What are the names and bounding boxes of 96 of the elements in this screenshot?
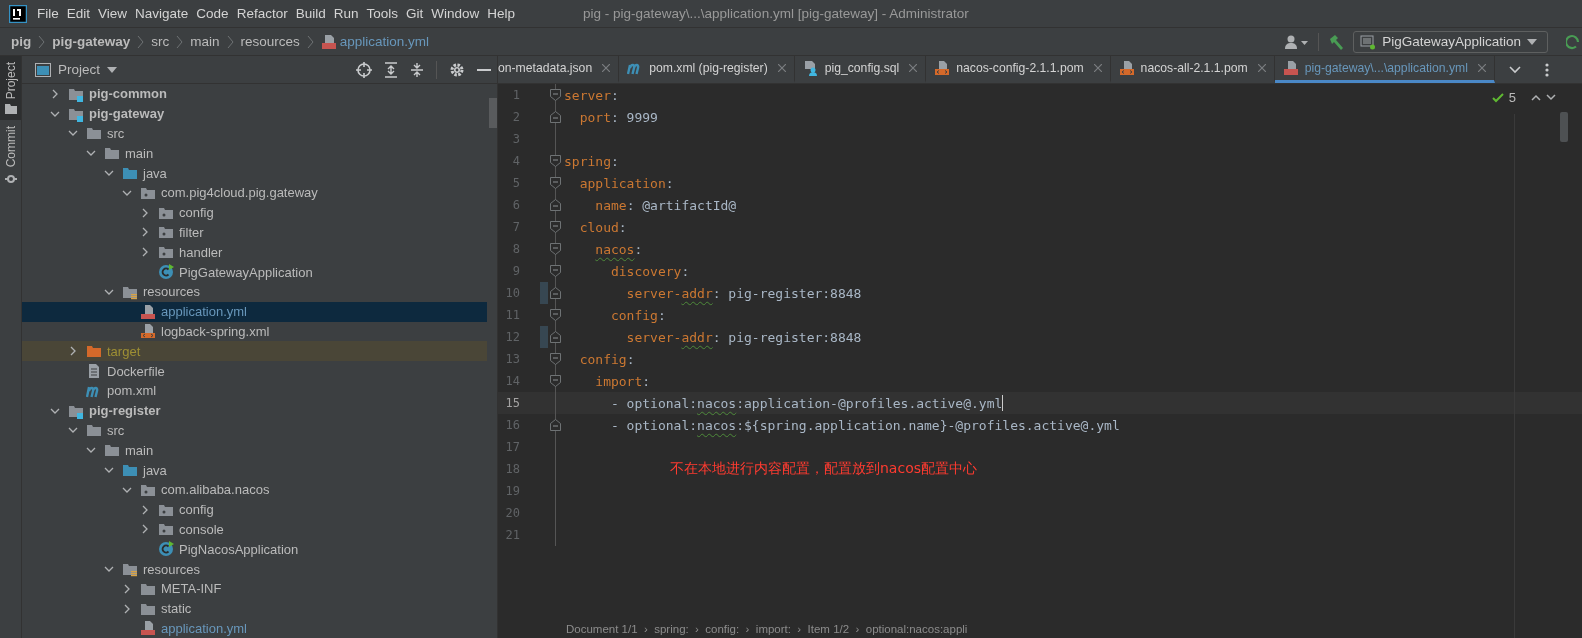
breadcrumb-item[interactable]: pig-gateway — [52, 34, 131, 49]
line-number: 7 — [511, 220, 520, 234]
line-number: 12 — [504, 330, 520, 344]
code-line: server-addr: pig-register:8848 — [625, 329, 862, 345]
code-line: name: @artifactId@ — [594, 197, 737, 213]
line-number: 6 — [511, 198, 520, 212]
structure-breadcrumb[interactable]: Document 1/1 › spring: › config: › import: › Item 1/2 › optional:nacos:appli — [566, 623, 968, 638]
code-line: import: — [594, 373, 651, 389]
tree-item[interactable]: META-INF — [22, 578, 487, 599]
menu-item[interactable]: Navigate — [135, 6, 189, 21]
line-number: 20 — [504, 506, 520, 520]
tree-item[interactable]: java — [22, 460, 487, 480]
tool-window-tab[interactable]: Commit — [0, 120, 21, 191]
menu-item[interactable]: File — [37, 6, 59, 21]
problem-count[interactable]: 5 — [1508, 90, 1516, 105]
editor-tab[interactable]: pom.xml (pig-register) — [619, 56, 795, 83]
tree-item[interactable]: PigNacosApplication — [22, 539, 487, 560]
code-line: config: — [578, 351, 635, 367]
code-line: server-addr: pig-register:8848 — [625, 285, 862, 301]
breadcrumb-item[interactable]: main — [190, 34, 220, 49]
line-number: 17 — [504, 440, 520, 454]
tree-item[interactable]: static — [22, 598, 487, 619]
line-number: 10 — [504, 286, 520, 300]
line-number: 5 — [511, 176, 520, 190]
line-number: 16 — [504, 418, 520, 432]
run-configuration-dropdown[interactable]: PigGatewayApplication — [1353, 30, 1548, 53]
editor-tab[interactable]: pig_config.sql — [794, 56, 927, 83]
tree-item[interactable]: src — [22, 123, 487, 144]
tree-item[interactable]: logback-spring.xml — [22, 321, 487, 342]
code-line: nacos: — [594, 241, 643, 257]
editor-tab[interactable]: on-metadata.json — [498, 56, 620, 83]
tree-item[interactable]: config — [22, 202, 487, 223]
editor-tab[interactable]: nacos-config-2.1.1.pom — [926, 56, 1111, 83]
line-number: 4 — [511, 154, 520, 168]
menu-item[interactable]: Code — [196, 6, 229, 21]
menu-item[interactable]: View — [98, 6, 128, 21]
tree-item[interactable]: resources — [22, 559, 487, 579]
tree-item[interactable]: com.pig4cloud.pig.gateway — [22, 183, 487, 203]
menu-item[interactable]: Git — [406, 6, 424, 21]
code-line: cloud: — [578, 219, 627, 235]
panel-title[interactable]: Project — [58, 62, 101, 77]
line-number: 13 — [504, 352, 520, 366]
tree-item[interactable]: java — [22, 163, 487, 183]
tree-item[interactable]: main — [22, 143, 487, 164]
line-number: 15 — [504, 396, 520, 410]
line-number: 18 — [504, 462, 520, 476]
editor-tab[interactable]: pig-gateway\...\application.yml — [1274, 56, 1495, 83]
tree-item[interactable]: pom.xml — [22, 380, 487, 401]
menu-item[interactable]: Build — [295, 6, 326, 21]
tree-item[interactable]: application.yml — [22, 301, 487, 322]
line-number: 9 — [511, 264, 520, 278]
breadcrumb-item[interactable]: pig — [11, 34, 32, 49]
code-line: - optional:nacos:${spring.application.name}-@profiles.active@.yml — [609, 417, 1120, 433]
tree-item[interactable]: src — [22, 420, 487, 441]
tree-item[interactable]: main — [22, 440, 487, 461]
tree-item[interactable]: pig-gateway — [22, 103, 487, 124]
line-number: 1 — [511, 88, 520, 102]
line-number: 14 — [504, 374, 520, 388]
code-line: - optional:nacos:application-@profiles.active@.yml — [609, 395, 1004, 411]
code-line: discovery: — [609, 263, 690, 279]
tree-item[interactable]: application.yml — [22, 618, 487, 638]
tree-item[interactable]: com.alibaba.nacos — [22, 479, 487, 500]
breadcrumb-item[interactable]: application.yml — [339, 34, 430, 49]
tree-item[interactable]: target — [22, 341, 487, 362]
code-line: port: 9999 — [578, 109, 658, 125]
line-number: 8 — [511, 242, 520, 256]
line-number: 11 — [504, 308, 520, 322]
tree-item[interactable]: PigGatewayApplication — [22, 262, 487, 282]
tree-item[interactable]: filter — [22, 222, 487, 243]
breadcrumb-item[interactable]: src — [151, 34, 170, 49]
menu-item[interactable]: Refactor — [236, 6, 288, 21]
code-line: spring: — [564, 153, 619, 169]
menu-item[interactable]: Edit — [66, 6, 91, 21]
line-number: 2 — [511, 110, 520, 124]
menu-item[interactable]: Help — [487, 6, 516, 21]
annotation-text: 不在本地进行内容配置，配置放到nacos配置中心 — [670, 460, 977, 478]
line-number: 21 — [504, 528, 520, 542]
line-number: 19 — [504, 484, 520, 498]
tree-item[interactable]: pig-register — [22, 400, 487, 421]
window-title: pig - pig-gateway\...\application.yml [pig-gateway] - Administrator — [583, 6, 969, 21]
menu-item[interactable]: Tools — [366, 6, 398, 21]
breadcrumb-item[interactable]: resources — [240, 34, 300, 49]
line-number: 3 — [511, 132, 520, 146]
menu-item[interactable]: Window — [431, 6, 480, 21]
tree-item[interactable]: handler — [22, 242, 487, 263]
tree-item[interactable]: console — [22, 519, 487, 540]
tree-item[interactable]: pig-common — [22, 84, 487, 104]
editor-tab[interactable]: nacos-all-2.1.1.pom — [1110, 56, 1275, 83]
code-line: application: — [578, 175, 674, 191]
tree-item[interactable]: config — [22, 499, 487, 520]
code-line: config: — [609, 307, 666, 323]
tree-item[interactable]: Dockerfile — [22, 361, 487, 381]
code-line: server: — [564, 87, 619, 103]
tool-window-tab[interactable]: Project — [0, 56, 21, 121]
menu-item[interactable]: Run — [333, 6, 359, 21]
tree-item[interactable]: resources — [22, 281, 487, 302]
